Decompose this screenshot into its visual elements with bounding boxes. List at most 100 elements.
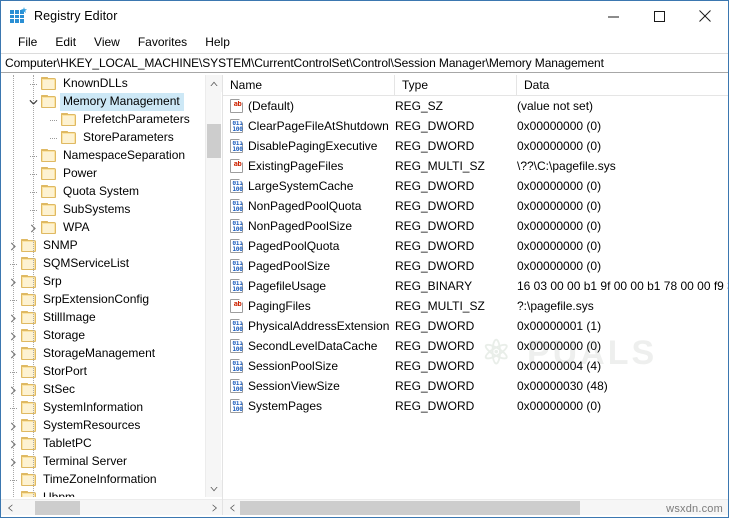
folder-icon — [21, 311, 37, 325]
minimize-button[interactable] — [590, 1, 636, 31]
tree-item-wpa[interactable]: WPA — [1, 219, 206, 237]
tree-item-systemresources[interactable]: SystemResources — [1, 417, 206, 435]
tree-item-knowndlls[interactable]: KnownDLLs — [1, 75, 206, 93]
cell-type: REG_DWORD — [395, 339, 475, 353]
maximize-button[interactable] — [636, 1, 682, 31]
tree-item-label: StoreParameters — [83, 130, 174, 144]
table-row[interactable]: 011 100 PhysicalAddressExtension REG_DWORD 0… — [223, 316, 728, 336]
table-row[interactable]: 011 100 NonPagedPoolQuota REG_DWORD 0x000000… — [223, 196, 728, 216]
column-header-name[interactable]: Name — [223, 75, 395, 96]
cell-data: 0x00000000 (0) — [517, 399, 602, 413]
tree-hscroll-track[interactable] — [80, 501, 206, 516]
tree-item-memory-management[interactable]: Memory Management — [1, 93, 206, 111]
tree-item-storeparameters[interactable]: StoreParameters — [1, 129, 206, 147]
registry-tree[interactable]: KnownDLLs Memory Management PrefetchParame… — [1, 75, 206, 497]
cell-name: 011 100 NonPagedPoolQuota — [223, 199, 395, 213]
tree-item-label: SystemInformation — [43, 400, 144, 414]
menu-item-file[interactable]: File — [9, 33, 46, 52]
tree-item-namespaceseparation[interactable]: NamespaceSeparation — [1, 147, 206, 165]
folder-icon — [41, 221, 57, 235]
tree-scroll-thumb[interactable] — [207, 124, 221, 158]
value-name: NonPagedPoolSize — [248, 219, 353, 233]
tree-scroll-right-button[interactable] — [206, 500, 222, 516]
table-row[interactable]: ab PagingFiles REG_MULTI_SZ ?:\pagefile.sys — [223, 296, 728, 316]
tree-item-prefetchparameters[interactable]: PrefetchParameters — [1, 111, 206, 129]
folder-icon — [21, 437, 37, 451]
tree-vertical-scrollbar[interactable] — [205, 75, 222, 497]
value-name: DisablePagingExecutive — [248, 139, 378, 153]
table-row[interactable]: 011 100 SessionPoolSize REG_DWORD 0x00000004… — [223, 356, 728, 376]
table-row[interactable]: 011 100 LargeSystemCache REG_DWORD 0x0000000… — [223, 176, 728, 196]
binary-value-icon: 011 100 — [230, 259, 243, 273]
table-row[interactable]: 011 100 SessionViewSize REG_DWORD 0x00000030… — [223, 376, 728, 396]
folder-icon — [21, 329, 37, 343]
values-horizontal-scrollbar[interactable] — [223, 499, 728, 516]
tree-hscroll-thumb[interactable] — [35, 500, 80, 516]
table-row[interactable]: 011 100 SystemPages REG_DWORD 0x00000000 (0) — [223, 396, 728, 416]
cell-data: 0x00000000 (0) — [517, 139, 602, 153]
cell-data: \??\C:\pagefile.sys — [517, 159, 616, 173]
tree-scroll-left-button[interactable] — [1, 500, 18, 516]
menu-item-edit[interactable]: Edit — [46, 33, 85, 52]
registry-values-pane: Name Type Data ab (Default) REG_SZ (value n… — [223, 75, 728, 516]
tree-item-ubpm[interactable]: Ubpm — [1, 489, 206, 497]
table-row[interactable]: 011 100 DisablePagingExecutive REG_DWORD 0x0… — [223, 136, 728, 156]
table-row[interactable]: 011 100 SecondLevelDataCache REG_DWORD 0x000… — [223, 336, 728, 356]
menu-item-favorites[interactable]: Favorites — [129, 33, 196, 52]
cell-name: 011 100 ClearPageFileAtShutdown — [223, 119, 395, 133]
tree-guide-line — [13, 75, 14, 497]
tree-item-storport[interactable]: StorPort — [1, 363, 206, 381]
tree-item-label: PrefetchParameters — [83, 112, 190, 126]
table-row[interactable]: 011 100 PagedPoolSize REG_DWORD 0x00000000 (… — [223, 256, 728, 276]
tree-item-label: NamespaceSeparation — [63, 148, 186, 162]
string-value-icon: ab — [230, 99, 243, 113]
cell-data: 0x00000000 (0) — [517, 339, 602, 353]
menu-item-help[interactable]: Help — [196, 33, 239, 52]
cell-name: 011 100 SessionPoolSize — [223, 359, 395, 373]
value-name: PhysicalAddressExtension — [248, 319, 390, 333]
column-header-data[interactable]: Data — [517, 75, 728, 96]
table-row[interactable]: ab ExistingPageFiles REG_MULTI_SZ \??\C:\pa… — [223, 156, 728, 176]
tree-item-subsystems[interactable]: SubSystems — [1, 201, 206, 219]
cell-type: REG_DWORD — [395, 319, 475, 333]
tree-item-tabletpc[interactable]: TabletPC — [1, 435, 206, 453]
tree-line — [45, 129, 61, 147]
tree-scroll-up-button[interactable] — [206, 75, 222, 92]
tree-item-snmp[interactable]: SNMP — [1, 237, 206, 255]
menu-item-view[interactable]: View — [85, 33, 129, 52]
tree-item-systeminformation[interactable]: SystemInformation — [1, 399, 206, 417]
table-row[interactable]: ab (Default) REG_SZ (value not set) — [223, 96, 728, 116]
tree-item-sqmservicelist[interactable]: SQMServiceList — [1, 255, 206, 273]
binary-value-icon: 011 100 — [230, 219, 243, 233]
table-row[interactable]: 011 100 NonPagedPoolSize REG_DWORD 0x0000000… — [223, 216, 728, 236]
tree-item-stsec[interactable]: StSec — [1, 381, 206, 399]
tree-item-stillimage[interactable]: StillImage — [1, 309, 206, 327]
tree-item-power[interactable]: Power — [1, 165, 206, 183]
tree-item-srp[interactable]: Srp — [1, 273, 206, 291]
cell-name: 011 100 SystemPages — [223, 399, 395, 413]
folder-icon — [21, 347, 37, 361]
cell-type: REG_MULTI_SZ — [395, 159, 485, 173]
tree-item-storagemanagement[interactable]: StorageManagement — [1, 345, 206, 363]
table-row[interactable]: 011 100 ClearPageFileAtShutdown REG_DWORD 0x… — [223, 116, 728, 136]
table-row[interactable]: 011 100 PagedPoolQuota REG_DWORD 0x00000000 … — [223, 236, 728, 256]
menu-bar: File Edit View Favorites Help — [1, 31, 728, 53]
values-scroll-left-button[interactable] — [223, 500, 240, 516]
cell-name: 011 100 PagedPoolSize — [223, 259, 395, 273]
folder-icon — [21, 239, 37, 253]
tree-horizontal-scrollbar[interactable] — [1, 499, 222, 516]
tree-item-srpextensionconfig[interactable]: SrpExtensionConfig — [1, 291, 206, 309]
column-header-type[interactable]: Type — [395, 75, 517, 96]
cell-name: ab PagingFiles — [223, 299, 395, 313]
tree-item-storage[interactable]: Storage — [1, 327, 206, 345]
values-hscroll-thumb[interactable] — [240, 500, 580, 516]
values-list[interactable]: ab (Default) REG_SZ (value not set) 011 100 Cl… — [223, 96, 728, 416]
address-bar[interactable]: Computer\HKEY_LOCAL_MACHINE\SYSTEM\Curre… — [1, 53, 728, 73]
close-button[interactable] — [682, 1, 728, 31]
tree-item-quota-system[interactable]: Quota System — [1, 183, 206, 201]
table-row[interactable]: 011 100 PagefileUsage REG_BINARY 16 03 00 00… — [223, 276, 728, 296]
cell-type: REG_DWORD — [395, 219, 475, 233]
tree-item-terminal-server[interactable]: Terminal Server — [1, 453, 206, 471]
tree-scroll-down-button[interactable] — [206, 480, 222, 497]
tree-item-timezoneinformation[interactable]: TimeZoneInformation — [1, 471, 206, 489]
